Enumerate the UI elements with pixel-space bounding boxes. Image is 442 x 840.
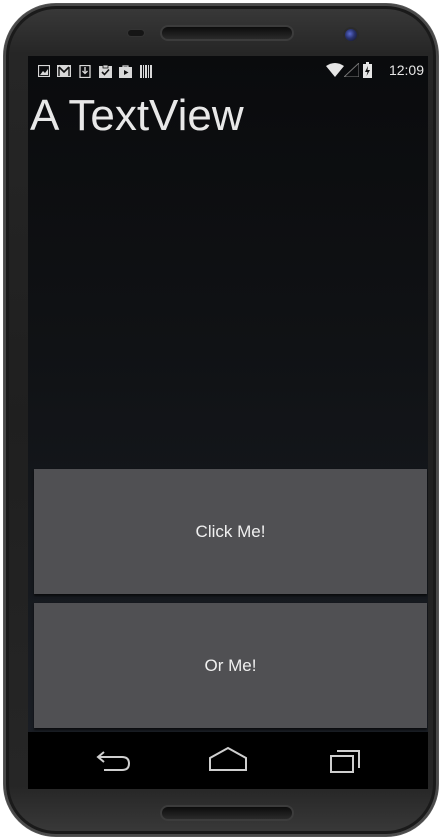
download-icon xyxy=(79,65,91,78)
bottom-speaker xyxy=(162,807,292,819)
barcode-icon xyxy=(140,65,152,78)
clock: 12:09 xyxy=(388,62,424,78)
click-me-button[interactable]: Click Me! xyxy=(34,469,427,594)
back-icon[interactable] xyxy=(91,744,135,776)
proximity-sensor xyxy=(128,30,144,36)
play-store-icon xyxy=(119,65,132,78)
or-me-button[interactable]: Or Me! xyxy=(34,603,427,728)
earpiece-speaker xyxy=(162,27,292,39)
gmail-icon xyxy=(57,65,71,77)
phone-frame: 12:09 A TextView Click Me! Or Me! xyxy=(4,4,438,836)
text-view: A TextView xyxy=(30,91,244,140)
image-icon xyxy=(38,65,50,77)
wifi-icon xyxy=(326,63,344,77)
battery-charging-icon xyxy=(363,62,372,78)
screen: 12:09 A TextView Click Me! Or Me! xyxy=(28,56,428,789)
status-bar: 12:09 xyxy=(28,56,428,86)
home-icon[interactable] xyxy=(206,744,250,776)
front-camera xyxy=(345,29,357,41)
recents-icon[interactable] xyxy=(322,744,366,776)
clipboard-check-icon xyxy=(99,65,112,78)
signal-icon xyxy=(344,63,359,77)
navigation-bar xyxy=(28,732,428,789)
